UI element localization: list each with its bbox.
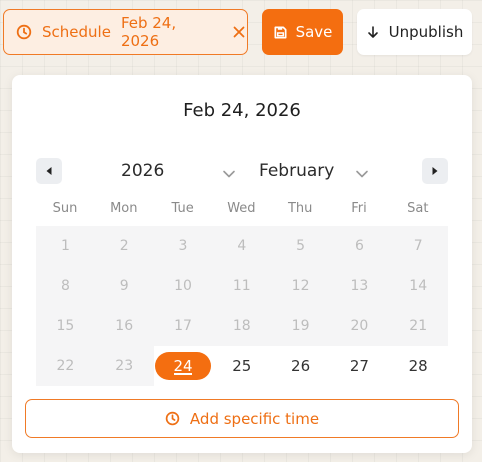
day-cell[interactable]: 27	[330, 346, 389, 386]
weekday-mon: Mon	[110, 201, 138, 216]
triangle-right-icon	[431, 166, 439, 176]
day-cell: 13	[330, 266, 389, 306]
day-cell: 9	[94, 266, 154, 306]
date-picker-panel: Feb 24, 2026 2026 February Sun Mon Tue W…	[12, 75, 472, 453]
weekday-fri: Fri	[351, 201, 367, 216]
schedule-chip[interactable]: Schedule Feb 24, 2026	[3, 9, 248, 55]
arrow-down-icon	[366, 25, 380, 39]
triangle-left-icon	[45, 166, 53, 176]
day-cell: 17	[153, 306, 213, 346]
previous-month-button[interactable]	[36, 158, 62, 184]
day-cell: 6	[330, 226, 389, 266]
day-cell: 10	[153, 266, 213, 306]
day-cell: 7	[388, 226, 448, 266]
save-button[interactable]: Save	[262, 9, 343, 55]
day-cell: 12	[271, 266, 330, 306]
day-cell: 4	[212, 226, 272, 266]
unpublish-button[interactable]: Unpublish	[357, 9, 472, 55]
weekday-sat: Sat	[407, 201, 429, 216]
day-cell[interactable]: 28	[389, 346, 448, 386]
day-cell-selected[interactable]: 24	[154, 346, 213, 386]
day-cell: 14	[388, 266, 448, 306]
weekday-sun: Sun	[52, 201, 78, 216]
month-select[interactable]: February	[259, 157, 369, 185]
year-select[interactable]: 2026	[121, 157, 236, 185]
unpublish-label: Unpublish	[388, 23, 464, 41]
weekday-header: Sun Mon Tue Wed Thu Fri Sat	[36, 201, 448, 221]
day-cell: 15	[36, 306, 95, 346]
weekday-tue: Tue	[171, 201, 194, 216]
day-cell: 16	[94, 306, 154, 346]
schedule-date: Feb 24, 2026	[120, 14, 177, 50]
month-value: February	[259, 161, 335, 181]
weekday-wed: Wed	[227, 201, 256, 216]
add-specific-time-label: Add specific time	[189, 409, 320, 428]
day-cell: 11	[212, 266, 272, 306]
selected-date-title: Feb 24, 2026	[183, 100, 301, 121]
day-cell[interactable]: 25	[212, 346, 271, 386]
day-cell: 8	[36, 266, 95, 306]
year-value: 2026	[121, 161, 165, 181]
day-cell: 2	[94, 226, 154, 266]
schedule-label: Schedule	[42, 23, 111, 41]
day-cell: 23	[94, 346, 154, 386]
floppy-disk-icon	[273, 25, 288, 40]
add-specific-time-button[interactable]: Add specific time	[25, 399, 459, 438]
next-month-button[interactable]	[422, 158, 448, 184]
day-cell: 3	[153, 226, 213, 266]
chevron-down-icon	[355, 165, 369, 178]
day-cell: 5	[271, 226, 330, 266]
selected-day-label: 24	[154, 352, 211, 380]
save-label: Save	[295, 23, 333, 41]
clock-icon	[16, 24, 32, 40]
day-cell: 1	[36, 226, 95, 266]
day-cell: 20	[330, 306, 389, 346]
day-cell: 21	[388, 306, 448, 346]
clock-icon	[165, 411, 180, 426]
day-cell[interactable]: 26	[271, 346, 330, 386]
day-cell: 19	[271, 306, 330, 346]
day-cell: 18	[212, 306, 272, 346]
weekday-thu: Thu	[287, 201, 313, 216]
toolbar: Schedule Feb 24, 2026 Save Unpublish	[0, 0, 482, 64]
close-icon[interactable]	[231, 24, 247, 40]
day-grid: 1 2 3 4 5 6 7 8 9 10 11 12 13 14 15 16 17 18 19 20 21 22 23 24 2…	[36, 226, 448, 386]
chevron-down-icon	[222, 165, 236, 178]
day-cell: 22	[36, 346, 95, 386]
